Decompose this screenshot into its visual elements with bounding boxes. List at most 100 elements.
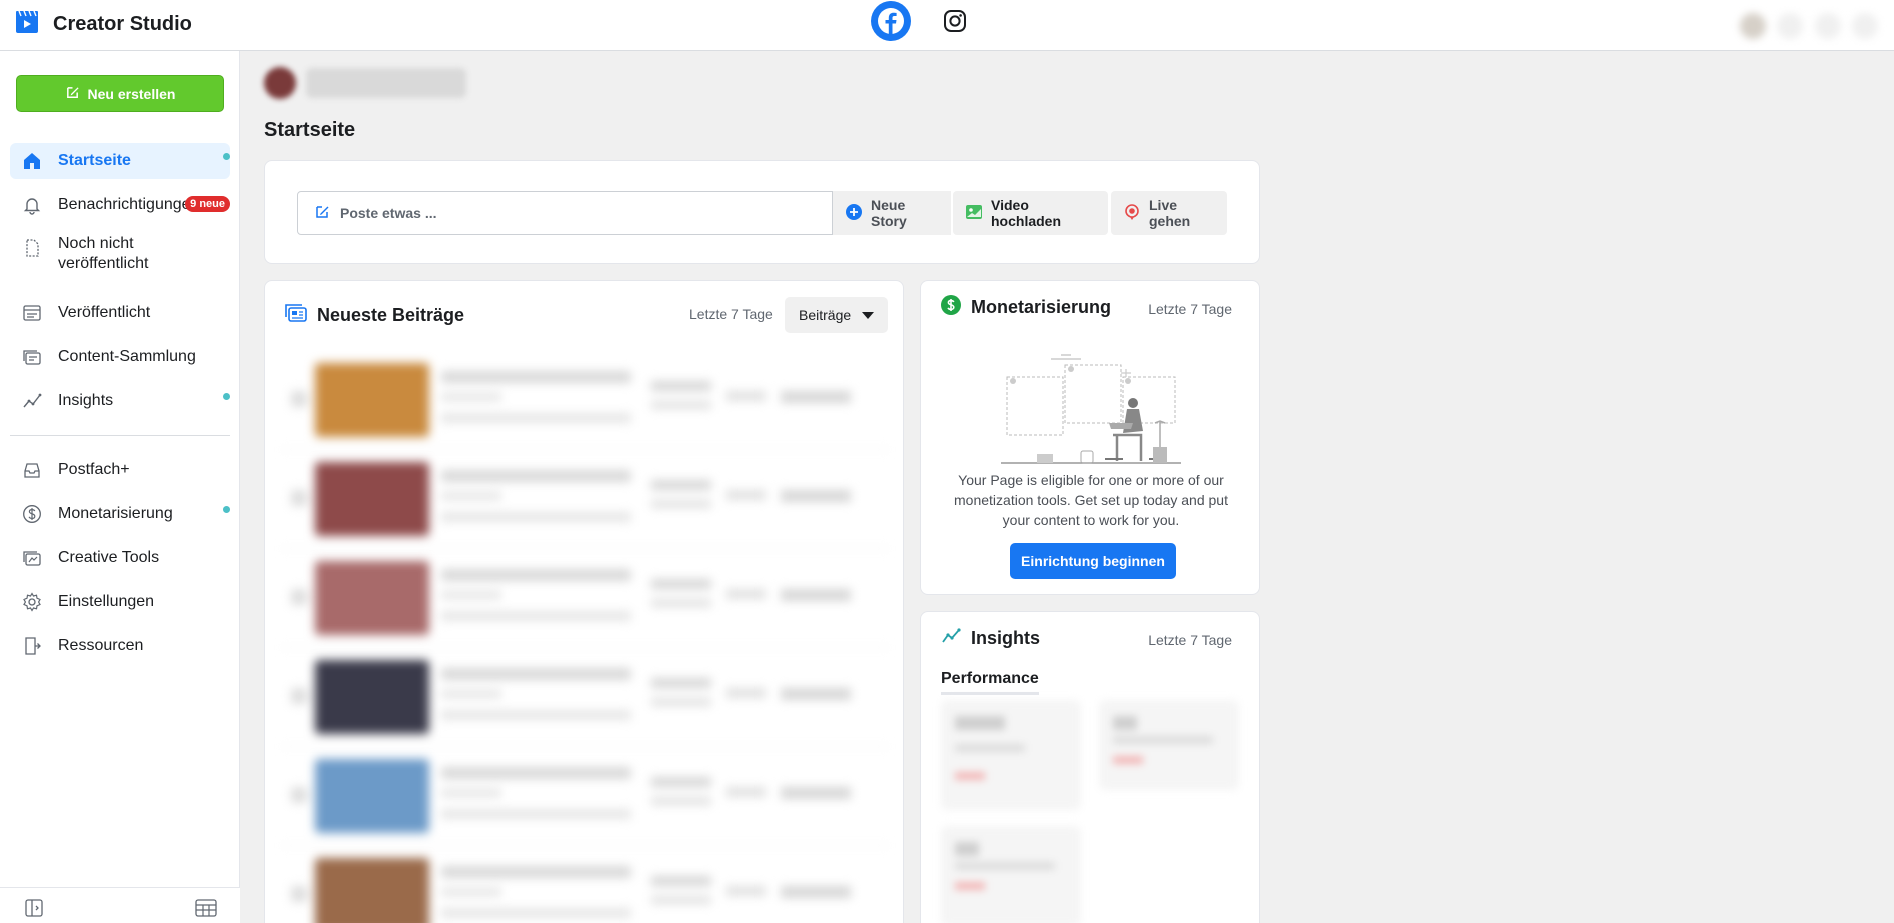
insights-icon — [22, 391, 42, 411]
new-story-label: Neue Story — [871, 197, 907, 229]
post-row[interactable] — [281, 450, 889, 549]
create-new-label: Neu erstellen — [87, 85, 176, 102]
create-new-button[interactable]: Neu erstellen — [16, 75, 224, 112]
insights-range: Letzte 7 Tage — [1148, 632, 1232, 648]
creator-studio-logo-icon — [15, 10, 39, 39]
facebook-tab[interactable] — [871, 0, 911, 43]
sidebar-item-notifications[interactable]: Benachrichtigungen 9 neue — [10, 187, 230, 223]
post-row[interactable] — [281, 648, 889, 747]
monetization-title: Monetarisierung — [971, 297, 1112, 317]
live-icon — [1123, 203, 1141, 224]
sidebar-item-label: Creative Tools — [58, 549, 160, 566]
page-title: Startseite — [264, 119, 356, 141]
sidebar-item-inbox[interactable]: Postfach+ — [10, 452, 230, 488]
start-setup-button[interactable]: Einrichtung beginnen — [1010, 543, 1176, 579]
account-avatar[interactable] — [1739, 12, 1766, 39]
upload-video-label: Video hochladen — [991, 197, 1062, 229]
menu-icon[interactable] — [1852, 12, 1879, 39]
post-row[interactable] — [281, 846, 889, 923]
top-bar: Creator Studio — [0, 0, 1894, 51]
go-live-button[interactable]: Live gehen — [1111, 191, 1227, 235]
sidebar-item-label: Insights — [58, 392, 114, 409]
composer-card: Poste etwas ... Neue Story Video hochlad… — [264, 160, 1260, 264]
dollar-icon — [941, 295, 961, 320]
account-controls — [1724, 0, 1894, 51]
sidebar-item-label: Monetarisierung — [58, 505, 173, 522]
go-live-label: Live gehen — [1149, 197, 1191, 229]
insights-icon — [941, 626, 961, 651]
brand[interactable]: Creator Studio — [15, 10, 192, 39]
dollar-icon — [22, 504, 42, 524]
monetization-description: Your Page is eligible for one or more of… — [954, 472, 1228, 528]
sidebar-item-unpublished[interactable]: Noch nicht veröffentlicht — [10, 230, 230, 276]
sidebar-footer — [0, 887, 240, 923]
post-row[interactable] — [281, 351, 889, 450]
post-row[interactable] — [281, 747, 889, 846]
sidebar-item-insights[interactable]: Insights — [10, 383, 230, 419]
post-input[interactable]: Poste etwas ... — [297, 191, 833, 235]
sidebar-item-label: Ressourcen — [58, 637, 144, 654]
bell-icon — [22, 195, 42, 215]
sidebar: Neu erstellen Startseite Benachrichtigun… — [0, 51, 240, 923]
sidebar-divider — [10, 435, 230, 436]
draft-icon — [22, 238, 42, 258]
page-selector[interactable] — [264, 67, 466, 99]
monetization-illustration — [1001, 351, 1181, 466]
sidebar-item-label: Veröffentlicht — [58, 304, 151, 321]
insights-header: Insights — [941, 626, 1040, 651]
post-thumbnail — [315, 660, 429, 734]
insights-metric-tile[interactable] — [1099, 700, 1239, 790]
sidebar-item-home[interactable]: Startseite — [10, 143, 230, 179]
monetization-card: Monetarisierung Letzte 7 Tage Your Page … — [920, 280, 1260, 595]
sidebar-item-published[interactable]: Veröffentlicht — [10, 295, 230, 331]
post-thumbnail — [315, 363, 429, 437]
collapse-sidebar-icon[interactable] — [24, 898, 46, 918]
post-thumbnail — [315, 561, 429, 635]
recent-posts-header: Neueste Beiträge — [285, 303, 464, 328]
caret-down-icon — [862, 307, 874, 323]
sidebar-item-label: Noch nicht veröffentlicht — [58, 235, 149, 272]
post-thumbnail — [315, 759, 429, 833]
sidebar-item-creative-tools[interactable]: Creative Tools — [10, 540, 230, 576]
performance-tab[interactable]: Performance — [941, 670, 1039, 695]
sidebar-item-settings[interactable]: Einstellungen — [10, 584, 230, 620]
compose-icon — [65, 85, 80, 103]
instagram-tab[interactable] — [935, 3, 975, 43]
edit-icon — [314, 204, 330, 223]
help-icon[interactable] — [1777, 12, 1804, 39]
page-name-dropdown[interactable] — [306, 68, 466, 98]
gear-icon — [22, 592, 42, 612]
notification-badge: 9 neue — [185, 196, 230, 212]
resources-icon — [22, 636, 42, 656]
app-title: Creator Studio — [53, 13, 192, 35]
status-dot — [223, 153, 230, 160]
status-dot — [223, 393, 230, 400]
monetization-header: Monetarisierung — [941, 295, 1111, 320]
apps-icon[interactable] — [1814, 12, 1841, 39]
post-input-placeholder: Poste etwas ... — [340, 205, 437, 221]
sidebar-item-monetization[interactable]: Monetarisierung — [10, 496, 230, 532]
posts-icon — [285, 303, 307, 328]
insights-metric-tile[interactable] — [941, 826, 1081, 923]
insights-metric-tile[interactable] — [941, 700, 1081, 810]
creative-tools-icon — [22, 548, 42, 568]
collection-icon — [22, 347, 42, 367]
plus-circle-icon — [845, 203, 863, 224]
post-type-dropdown[interactable]: Beiträge — [785, 297, 888, 333]
page-avatar — [264, 67, 296, 99]
post-row[interactable] — [281, 549, 889, 648]
insights-card: Insights Letzte 7 Tage Performance — [920, 611, 1260, 923]
published-icon — [22, 303, 42, 323]
post-thumbnail — [315, 858, 429, 923]
sidebar-item-resources[interactable]: Ressourcen — [10, 628, 230, 664]
sidebar-item-label: Einstellungen — [58, 593, 155, 610]
sidebar-item-label: Startseite — [58, 152, 131, 169]
recent-posts-card: Neueste Beiträge Letzte 7 Tage Beiträge — [264, 280, 904, 923]
upload-video-button[interactable]: Video hochladen — [953, 191, 1108, 235]
table-view-icon[interactable] — [195, 898, 217, 918]
sidebar-item-label: Postfach+ — [58, 461, 130, 478]
sidebar-item-content-library[interactable]: Content-Sammlung — [10, 339, 230, 375]
insights-title: Insights — [971, 628, 1041, 648]
new-story-button[interactable]: Neue Story — [833, 191, 951, 235]
instagram-icon — [943, 9, 967, 38]
